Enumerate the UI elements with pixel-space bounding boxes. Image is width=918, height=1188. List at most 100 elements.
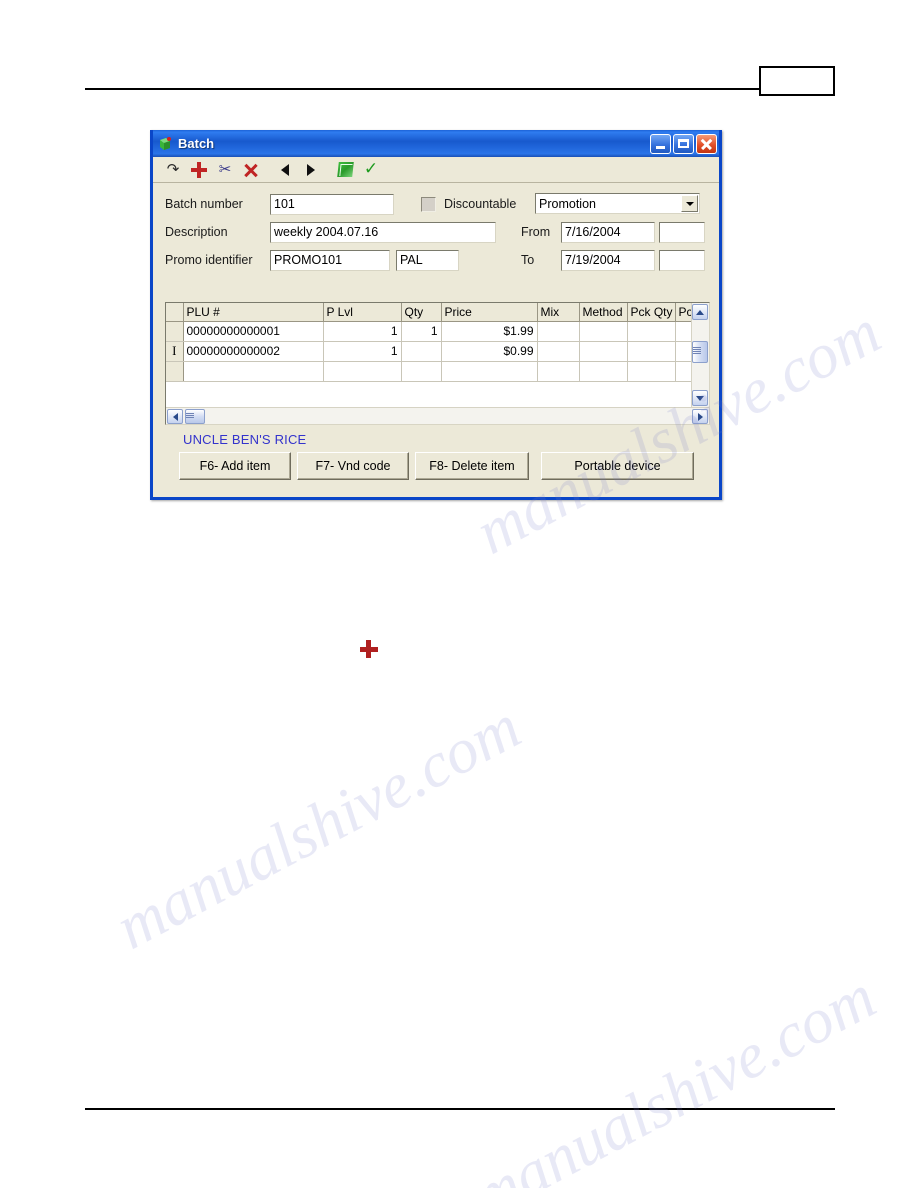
cell-method[interactable]	[579, 341, 628, 362]
table-row-empty[interactable]	[166, 361, 691, 382]
cell-empty[interactable]	[675, 361, 691, 382]
cell-plu[interactable]: 00000000000001	[183, 321, 324, 342]
batch-number-label: Batch number	[165, 197, 243, 211]
column-header-method[interactable]: Method	[579, 303, 628, 322]
to-date-input[interactable]: 7/19/2004	[561, 249, 655, 271]
row-selector[interactable]	[166, 321, 184, 342]
discountable-checkbox[interactable]	[421, 196, 436, 212]
previous-icon[interactable]	[273, 159, 297, 181]
delete-item-button[interactable]: F8- Delete item	[415, 452, 529, 480]
column-header-qty[interactable]: Qty	[401, 303, 442, 322]
grid-vertical-scrollbar[interactable]	[691, 303, 709, 407]
batch-app-icon	[157, 136, 173, 152]
scroll-down-icon[interactable]	[692, 390, 708, 406]
toolbar: ↷ ✂ ✓	[153, 157, 719, 183]
from-row: From 7/16/2004	[521, 221, 705, 243]
cell-empty[interactable]	[323, 361, 402, 382]
title-bar[interactable]: Batch	[153, 130, 719, 157]
confirm-check-icon[interactable]: ✓	[359, 159, 383, 181]
batch-number-input[interactable]: 101	[270, 193, 394, 215]
batch-window: Batch ↷ ✂ ✓ Batch number 101 Discountabl…	[150, 130, 722, 500]
cell-method[interactable]	[579, 321, 628, 342]
scroll-right-icon[interactable]	[692, 409, 708, 424]
scroll-left-icon[interactable]	[167, 409, 183, 424]
description-label: Description	[165, 225, 228, 239]
vnd-code-button[interactable]: F7- Vnd code	[297, 452, 409, 480]
to-time-input[interactable]	[659, 249, 705, 271]
portable-device-button[interactable]: Portable device	[541, 452, 694, 480]
vertical-scroll-thumb[interactable]	[692, 341, 708, 363]
table-header-row: PLU # P Lvl Qty Price Mix Method Pck Qty…	[166, 303, 691, 322]
to-label: To	[521, 253, 535, 267]
items-grid[interactable]: PLU # P Lvl Qty Price Mix Method Pck Qty…	[165, 302, 710, 425]
cell-qty[interactable]	[401, 341, 442, 362]
refresh-icon[interactable]: ↷	[161, 159, 185, 181]
status-item-description: UNCLE BEN'S RICE	[183, 432, 307, 447]
cell-plu[interactable]: 00000000000002	[183, 341, 324, 362]
minimize-button[interactable]	[650, 133, 671, 154]
row-header-corner	[166, 303, 184, 322]
export-sheet-icon[interactable]	[333, 159, 357, 181]
next-icon[interactable]	[299, 159, 323, 181]
table-row[interactable]: I 00000000000002 1 $0.99	[166, 341, 691, 362]
cell-empty[interactable]	[537, 361, 580, 382]
promo-identifier-input[interactable]: PROMO101	[270, 249, 390, 271]
action-button-bar: F6- Add item F7- Vnd code F8- Delete ite…	[179, 452, 694, 480]
cell-price[interactable]: $0.99	[441, 341, 538, 362]
row-selector[interactable]	[166, 361, 184, 382]
batch-form: Batch number 101 Discountable Descriptio…	[153, 183, 719, 281]
cell-pck[interactable]	[675, 321, 691, 342]
cell-pck[interactable]	[675, 341, 691, 362]
cell-empty[interactable]	[401, 361, 442, 382]
add-item-button[interactable]: F6- Add item	[179, 452, 291, 480]
row-selector[interactable]: I	[166, 341, 184, 362]
discountable-field[interactable]: Discountable	[421, 196, 516, 212]
cell-empty[interactable]	[627, 361, 676, 382]
table-row[interactable]: 00000000000001 1 1 $1.99	[166, 321, 691, 342]
items-table: PLU # P Lvl Qty Price Mix Method Pck Qty…	[166, 303, 691, 382]
cell-plvl[interactable]: 1	[323, 321, 402, 342]
cell-price[interactable]: $1.99	[441, 321, 538, 342]
cell-mix[interactable]	[537, 341, 580, 362]
description-input[interactable]: weekly 2004.07.16	[270, 221, 496, 243]
items-grid-viewport: PLU # P Lvl Qty Price Mix Method Pck Qty…	[166, 303, 691, 407]
cell-empty[interactable]	[579, 361, 628, 382]
from-date-input[interactable]: 7/16/2004	[561, 221, 655, 243]
cell-pck-qty[interactable]	[627, 321, 676, 342]
column-header-pck[interactable]: Pck	[675, 303, 691, 322]
cell-qty[interactable]: 1	[401, 321, 442, 342]
column-header-mix[interactable]: Mix	[537, 303, 580, 322]
page-number-box	[759, 66, 835, 96]
plus-icon	[359, 639, 379, 659]
column-header-pck-qty[interactable]: Pck Qty	[627, 303, 676, 322]
close-button[interactable]	[696, 133, 717, 154]
promotion-type-select[interactable]: Promotion	[535, 193, 700, 214]
chevron-down-icon[interactable]	[681, 195, 698, 212]
footer-rule	[85, 1108, 835, 1110]
window-title: Batch	[178, 136, 215, 151]
cell-empty[interactable]	[441, 361, 538, 382]
promo-identifier-suffix-input[interactable]: PAL	[396, 249, 459, 271]
delete-x-icon[interactable]	[239, 159, 263, 181]
cell-plvl[interactable]: 1	[323, 341, 402, 362]
maximize-button[interactable]	[673, 133, 694, 154]
scroll-up-icon[interactable]	[692, 304, 708, 320]
from-label: From	[521, 225, 551, 239]
promo-identifier-label: Promo identifier	[165, 253, 253, 267]
from-time-input[interactable]	[659, 221, 705, 243]
column-header-plvl[interactable]: P Lvl	[323, 303, 402, 322]
cut-scissors-icon[interactable]: ✂	[213, 159, 237, 181]
add-icon[interactable]	[187, 159, 211, 181]
cell-pck-qty[interactable]	[627, 341, 676, 362]
cell-empty[interactable]	[183, 361, 324, 382]
to-row: To 7/19/2004	[521, 249, 705, 271]
title-bar-buttons	[650, 133, 717, 154]
text-cursor-icon: I	[172, 343, 177, 358]
grid-horizontal-scrollbar[interactable]	[166, 407, 709, 424]
column-header-price[interactable]: Price	[441, 303, 538, 322]
watermark-text: manualshive.com	[104, 690, 532, 963]
cell-mix[interactable]	[537, 321, 580, 342]
horizontal-scroll-thumb[interactable]	[185, 409, 205, 424]
promotion-type-value: Promotion	[539, 196, 596, 211]
column-header-plu[interactable]: PLU #	[183, 303, 324, 322]
